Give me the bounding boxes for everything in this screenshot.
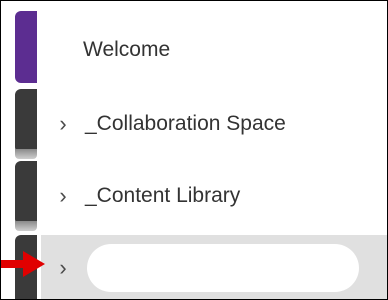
tab-stack xyxy=(15,221,37,231)
redacted-label xyxy=(87,244,359,292)
section-item-content-library[interactable]: › _Content Library xyxy=(41,163,387,229)
section-item-selected[interactable]: › xyxy=(41,235,387,299)
section-label: _Collaboration Space xyxy=(85,112,286,135)
red-arrow-annotation xyxy=(1,251,45,277)
section-list: Welcome › _Collaboration Space › _Conten… xyxy=(41,1,387,299)
chevron-right-icon[interactable]: › xyxy=(41,255,85,281)
section-tab-content-library[interactable] xyxy=(15,161,37,231)
chevron-right-icon[interactable]: › xyxy=(41,111,85,137)
section-label: Welcome xyxy=(83,38,171,61)
tab-stack xyxy=(15,149,37,159)
section-item-welcome[interactable]: Welcome xyxy=(41,17,387,83)
section-tab-collaboration[interactable] xyxy=(15,89,37,159)
section-tab-welcome[interactable] xyxy=(15,11,37,83)
notebook-panel: Welcome › _Collaboration Space › _Conten… xyxy=(0,0,388,300)
section-item-collaboration-space[interactable]: › _Collaboration Space xyxy=(41,91,387,157)
section-label: _Content Library xyxy=(85,184,241,207)
arrow-shaft xyxy=(1,260,25,268)
arrow-head xyxy=(23,251,45,277)
chevron-right-icon[interactable]: › xyxy=(41,183,85,209)
